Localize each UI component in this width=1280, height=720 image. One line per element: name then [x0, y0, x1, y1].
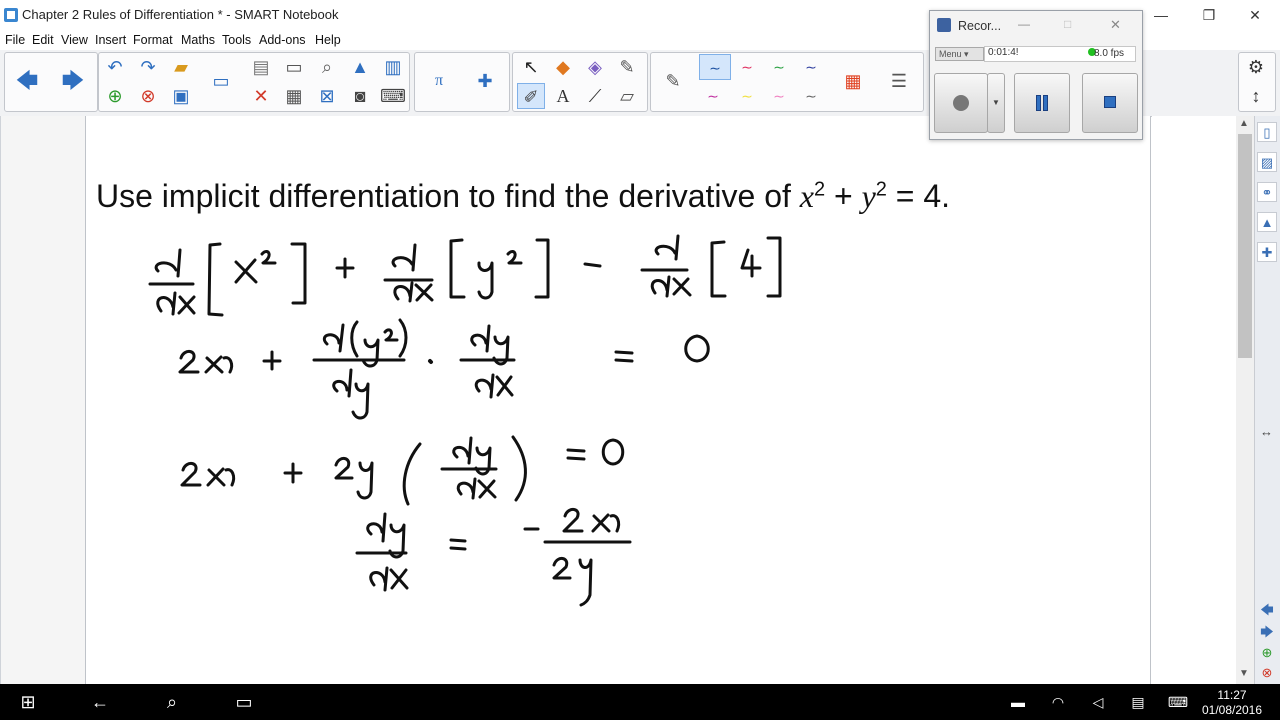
taskbar: ⊞ ← ⌕ ▭ ▬ ◠ ◁ ▤ ⌨ [0, 684, 1280, 720]
ink-line-3 [180, 435, 625, 506]
recorder-close-button[interactable]: ✕ [1110, 17, 1121, 33]
recorder-window[interactable]: Recor... — □ ✕ Menu ▾ 0:01:4! 8.0 fps ▼ [929, 10, 1143, 140]
pause-button[interactable] [1014, 73, 1070, 133]
volume-icon[interactable]: ◁ [1084, 684, 1112, 720]
ink-line-2 [178, 318, 710, 420]
task-view-icon[interactable]: ▭ [224, 684, 264, 720]
recorder-title: Recor... [958, 19, 1002, 33]
notifications-icon[interactable]: ▤ [1124, 684, 1152, 720]
clock-date: 01/08/2016 [1201, 703, 1263, 717]
taskbar-clock[interactable]: 11:27 01/08/2016 [1200, 688, 1264, 718]
pause-icon [1036, 95, 1041, 111]
stop-button[interactable] [1082, 73, 1138, 133]
windows-start-icon[interactable]: ⊞ [8, 684, 48, 720]
record-options-button[interactable]: ▼ [987, 73, 1005, 133]
ink-line-1 [148, 234, 782, 317]
clock-time: 11:27 [1217, 688, 1247, 702]
record-icon [953, 95, 969, 111]
record-button[interactable] [934, 73, 988, 133]
recorder-maximize-button[interactable]: □ [1064, 17, 1071, 31]
recorder-menu-button[interactable]: Menu ▾ [935, 47, 984, 61]
back-icon[interactable]: ← [80, 684, 120, 720]
wifi-icon[interactable]: ◠ [1044, 684, 1072, 720]
battery-icon[interactable]: ▬ [1004, 684, 1032, 720]
recorder-app-icon [937, 18, 951, 32]
recorder-minimize-button[interactable]: — [1018, 17, 1030, 31]
recorder-fps: 8.0 fps [1094, 48, 1125, 59]
search-icon[interactable]: ⌕ [152, 684, 192, 720]
keyboard-icon[interactable]: ⌨ [1162, 684, 1194, 720]
recorder-time: 0:01:4! [988, 47, 1019, 58]
ink-line-4 [355, 508, 632, 607]
stop-icon [1104, 96, 1116, 108]
chevron-down-icon: ▼ [992, 98, 1000, 107]
